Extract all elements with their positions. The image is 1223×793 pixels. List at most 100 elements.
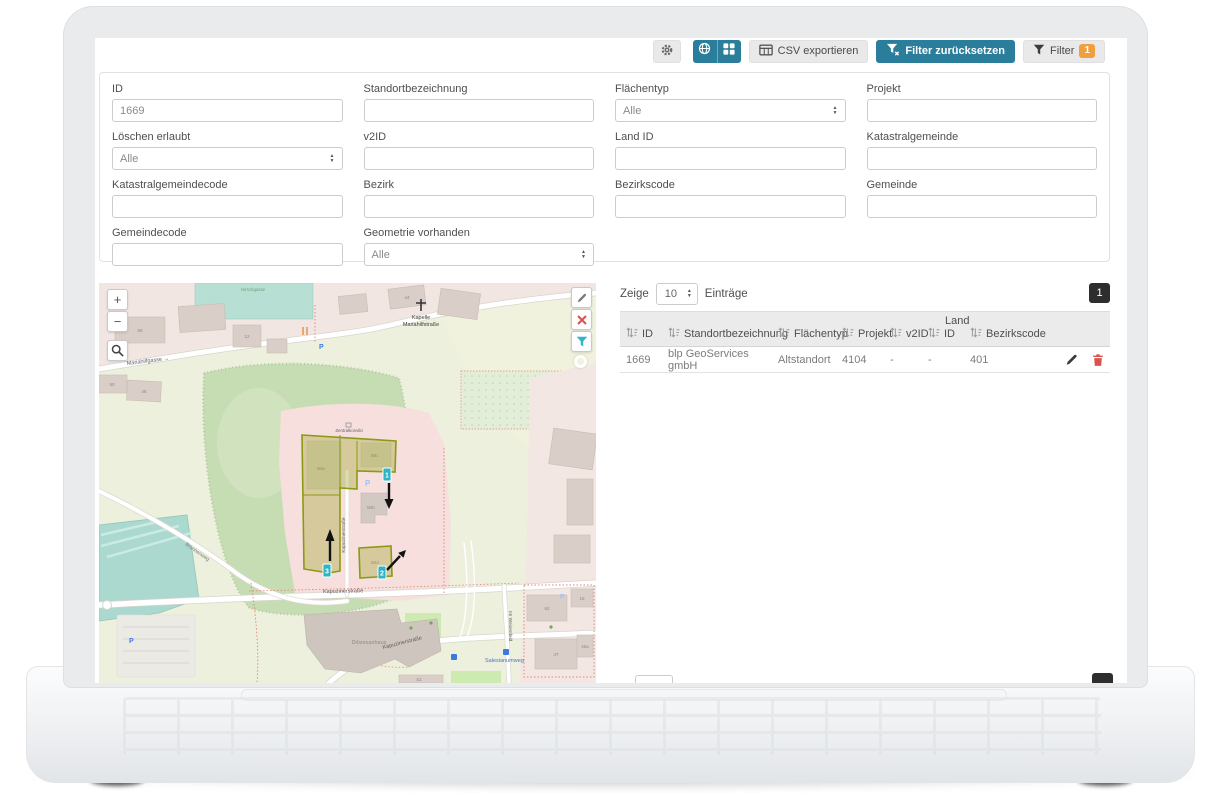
svg-text:12: 12 <box>244 334 250 339</box>
map-clear-button[interactable] <box>571 309 592 330</box>
marker-3[interactable]: 3 <box>323 564 331 577</box>
settings-button[interactable] <box>653 40 681 63</box>
marker-1[interactable]: 1 <box>383 468 391 481</box>
map-circle-tool[interactable] <box>574 355 587 368</box>
v2id-field[interactable] <box>364 147 595 170</box>
laptop-keyboard <box>123 697 1101 755</box>
svg-text:P: P <box>365 479 371 488</box>
field-label: Geometrie vorhanden <box>364 227 595 239</box>
cell-flaechentyp: Altstandort <box>778 354 842 366</box>
funnel-icon <box>576 336 588 348</box>
svg-text:Kapuzinerstraße: Kapuzinerstraße <box>323 588 363 595</box>
filter-field-bezirk: Bezirk <box>364 179 595 218</box>
field-label: Katastralgemeindecode <box>112 179 343 191</box>
loeschen-erlaubt-select[interactable]: Alle <box>112 147 343 170</box>
sort-icon <box>970 327 982 341</box>
filter-field-land-id: Land ID <box>615 131 846 170</box>
select-value: Alle <box>623 105 641 117</box>
column-header-standortbezeichnung[interactable]: Standortbezeichnung <box>668 315 778 341</box>
map-container[interactable]: Mariahilfgasse → Kapelle Mariahilfstraße… <box>99 283 596 683</box>
delete-button[interactable] <box>1092 353 1104 367</box>
filter-grid: ID Standortbezeichnung Flächentyp Alle P… <box>112 83 1097 266</box>
map-zoom-in-button[interactable]: + <box>107 289 128 310</box>
projekt-field[interactable] <box>867 99 1098 122</box>
sort-icon <box>668 327 680 341</box>
geometrie-vorhanden-select[interactable]: Alle <box>364 243 595 266</box>
cell-standortbezeichnung: blp GeoServices gmbH <box>668 348 778 372</box>
sort-icon <box>928 327 940 341</box>
filter-field-geometrie-vorhanden: Geometrie vorhanden Alle <box>364 227 595 266</box>
map-filter-button[interactable] <box>571 331 592 352</box>
bezirk-field[interactable] <box>364 195 595 218</box>
flaechentyp-select[interactable]: Alle <box>615 99 846 122</box>
filter-button[interactable]: Filter 1 <box>1023 40 1105 63</box>
svg-text:2: 2 <box>380 571 384 578</box>
svg-text:1: 1 <box>385 473 389 480</box>
view-toggle-group <box>693 40 741 63</box>
table-export-icon <box>759 44 773 59</box>
bus-stop-icon <box>451 654 457 660</box>
field-label: ID <box>112 83 343 95</box>
svg-text:Kapuzinerstraße: Kapuzinerstraße <box>341 517 347 553</box>
katastralgemeindecode-field[interactable] <box>112 195 343 218</box>
svg-text:48: 48 <box>141 389 147 394</box>
column-header-bezirkscode[interactable]: Bezirkscode <box>970 315 1062 341</box>
filter-field-v2id: v2ID <box>364 131 595 170</box>
bezirkscode-field[interactable] <box>615 195 846 218</box>
katastralgemeinde-field[interactable] <box>867 147 1098 170</box>
land-id-field[interactable] <box>615 147 846 170</box>
cell-projekt: 4104 <box>842 354 890 366</box>
toolbar: CSV exportieren Filter zurücksetzen Filt… <box>653 39 1105 63</box>
field-label: Katastralgemeinde <box>867 131 1098 143</box>
filter-panel: ID Standortbezeichnung Flächentyp Alle P… <box>99 72 1110 262</box>
filter-reset-button[interactable]: Filter zurücksetzen <box>876 40 1015 63</box>
length-suffix: Einträge <box>705 288 748 300</box>
results-section: Zeige 10 Einträge 1 ID Standortbezeichnu… <box>620 283 1110 373</box>
field-label: Löschen erlaubt <box>112 131 343 143</box>
svg-text:B4d: B4d <box>371 560 379 565</box>
filter-field-katastralgemeindecode: Katastralgemeindecode <box>112 179 343 218</box>
map-canvas[interactable]: Mariahilfgasse → Kapelle Mariahilfstraße… <box>99 283 596 683</box>
cell-v2id: - <box>890 354 928 366</box>
cell-land-id: - <box>928 354 970 366</box>
gear-icon <box>660 43 674 60</box>
field-label: Gemeinde <box>867 179 1098 191</box>
page-length-select[interactable]: 10 <box>656 283 698 305</box>
globe-icon <box>698 42 711 60</box>
column-header-v2id[interactable]: v2ID <box>890 315 928 341</box>
svg-text:B4b: B4b <box>367 505 375 510</box>
row-actions <box>1065 353 1104 367</box>
filter-field-flaechentyp: Flächentyp Alle <box>615 83 846 122</box>
column-header-id[interactable]: ID <box>626 315 668 341</box>
field-label: Flächentyp <box>615 83 846 95</box>
gemeinde-field[interactable] <box>867 195 1098 218</box>
sort-icon <box>626 327 638 341</box>
table-row[interactable]: 1669 blp GeoServices gmbH Altstandort 41… <box>620 347 1110 373</box>
filter-field-katastralgemeinde: Katastralgemeinde <box>867 131 1098 170</box>
standortbezeichnung-field[interactable] <box>364 99 595 122</box>
pagination-page-1[interactable]: 1 <box>1089 283 1110 303</box>
edit-button[interactable] <box>1065 353 1078 366</box>
partial-pagination-button[interactable] <box>1092 673 1113 683</box>
filter-clear-icon <box>886 43 900 59</box>
marker-2[interactable]: 2 <box>378 566 386 579</box>
id-field[interactable] <box>112 99 343 122</box>
map-zoom-out-button[interactable]: − <box>107 311 128 332</box>
column-header-flaechentyp[interactable]: Flächentyp <box>778 315 842 341</box>
column-header-projekt[interactable]: Projekt <box>842 315 890 341</box>
svg-text:50: 50 <box>109 382 115 387</box>
svg-text:B4c: B4c <box>371 453 378 458</box>
partial-select-box[interactable] <box>635 675 673 683</box>
cell-bezirkscode: 401 <box>970 354 1062 366</box>
map-search-button[interactable] <box>107 340 128 361</box>
csv-export-button[interactable]: CSV exportieren <box>749 40 869 63</box>
map-view-button[interactable] <box>693 40 717 63</box>
length-value: 10 <box>665 288 677 300</box>
map-draw-button[interactable] <box>571 287 592 308</box>
column-header-land-id[interactable]: Land ID <box>928 315 970 341</box>
app-screen: CSV exportieren Filter zurücksetzen Filt… <box>95 38 1127 683</box>
filter-label: Filter <box>1050 45 1074 57</box>
table-view-button[interactable] <box>717 40 741 63</box>
svg-text:Im Weizenfeld: Im Weizenfeld <box>507 611 513 642</box>
gemeindecode-field[interactable] <box>112 243 343 266</box>
